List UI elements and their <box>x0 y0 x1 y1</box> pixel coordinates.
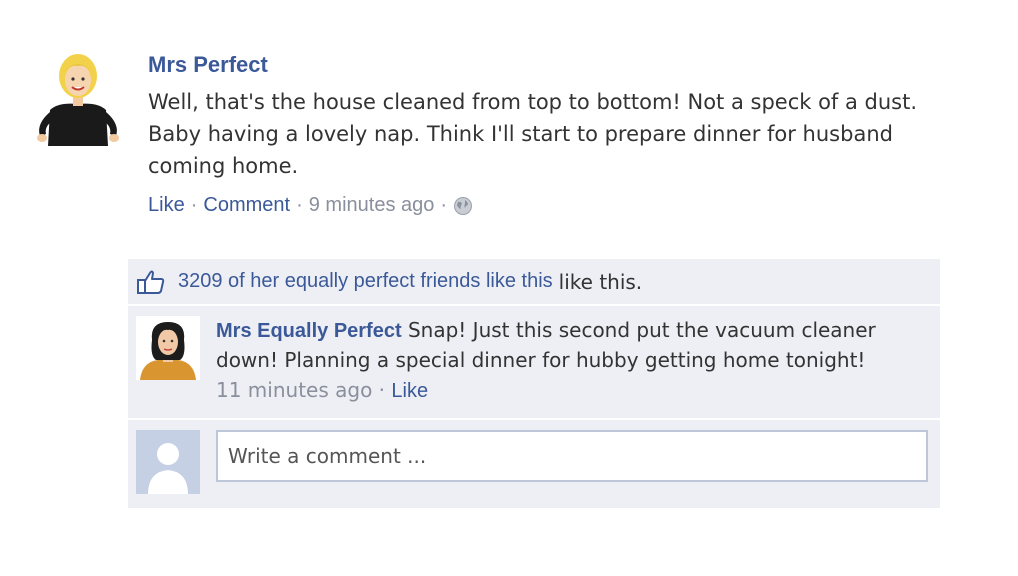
like-button[interactable]: Like <box>148 194 185 217</box>
post-author-name[interactable]: Mrs Perfect <box>148 52 268 78</box>
default-avatar <box>136 430 200 494</box>
comment-input[interactable] <box>216 430 928 482</box>
comment-timestamp[interactable]: 11 minutes ago <box>216 378 372 402</box>
post-actions: Like · Comment · 9 minutes ago · <box>148 194 948 217</box>
like-summary: 3209 of her equally perfect friends like… <box>128 259 940 306</box>
thumbs-up-icon <box>137 269 165 295</box>
comment-body: Mrs Equally Perfect Snap! Just this seco… <box>216 316 916 406</box>
separator: · <box>440 194 448 216</box>
comment: Mrs Equally Perfect Snap! Just this seco… <box>128 306 940 420</box>
comment-composer <box>128 420 940 508</box>
globe-icon[interactable] <box>453 196 473 216</box>
post-timestamp[interactable]: 9 minutes ago <box>309 194 435 217</box>
like-summary-tail: like this. <box>558 269 643 294</box>
comment-button[interactable]: Comment <box>203 194 290 217</box>
separator: · <box>190 194 198 216</box>
comment-author-avatar[interactable] <box>136 316 200 380</box>
post-author-avatar[interactable] <box>28 50 128 150</box>
comment-like-button[interactable]: Like <box>391 380 428 402</box>
comment-meta: 11 minutes ago · Like <box>216 376 916 406</box>
feedback-panel: 3209 of her equally perfect friends like… <box>128 259 940 508</box>
likers-link[interactable]: 3209 of her equally perfect friends like… <box>178 270 553 293</box>
comment-author-name[interactable]: Mrs Equally Perfect <box>216 320 402 342</box>
post: Mrs Perfect Well, that's the house clean… <box>148 52 948 217</box>
separator: · <box>378 378 386 402</box>
post-text: Well, that's the house cleaned from top … <box>148 90 918 178</box>
separator: · <box>296 194 303 216</box>
